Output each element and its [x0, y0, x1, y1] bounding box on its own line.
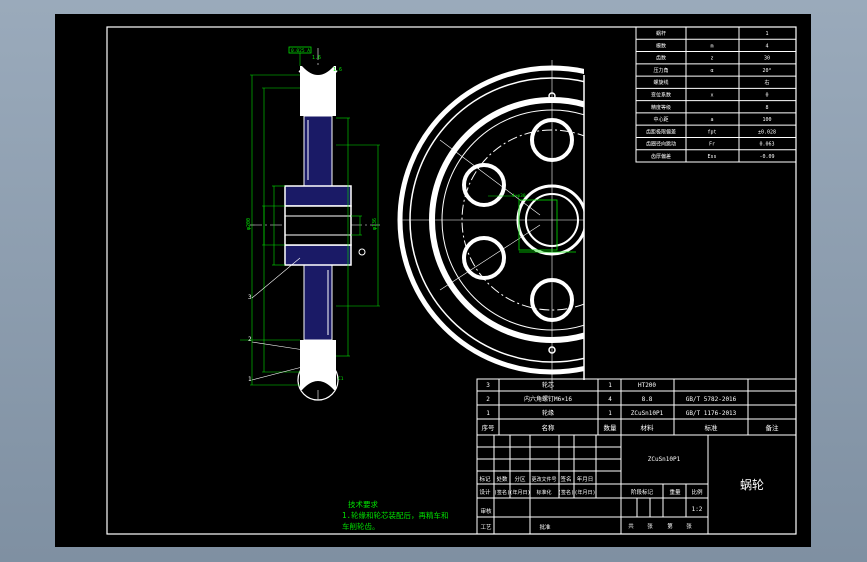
tb-r2-c4: 标准化	[536, 489, 551, 496]
dim-roughness-2: 1.6	[333, 67, 342, 73]
param-cell-1-0: 模数	[656, 42, 666, 49]
param-cell-3-0: 压力角	[653, 67, 668, 74]
title-block: ZCuSn10P1 蜗轮 标记 处数 分区 更改文件号 签名 年月日 设计 (签…	[476, 434, 797, 535]
tech-req-title: 技术要求	[348, 499, 378, 509]
bom-name-1: 轮缘	[542, 409, 554, 417]
bom-no-3: 3	[486, 382, 490, 389]
param-cell-10-1: Ess	[707, 154, 716, 160]
tb-r1-c5: 签名	[560, 475, 571, 483]
param-cell-8-0: 齿距极限偏差	[646, 128, 676, 135]
bom-header-name: 名称	[542, 423, 556, 432]
param-cell-2-2: 30	[764, 56, 770, 62]
dim-top-box: 0.025 A	[291, 48, 310, 54]
tb-scale-value: 1:2	[692, 506, 703, 513]
param-cell-3-2: 20°	[762, 68, 771, 74]
param-cell-0-0: 蜗杆	[656, 30, 666, 37]
tb-r2-c6: (年月日)	[574, 489, 595, 496]
param-cell-7-2: 100	[762, 117, 771, 123]
bom-table: 3 轮芯 1 HT200 2 内六角螺钉M6×16 4 8.8 GB/T 578…	[476, 378, 797, 436]
leader-1: 1	[248, 376, 252, 383]
bom-name-2: 内六角螺钉M6×16	[524, 395, 572, 403]
param-cell-5-0: 变位系数	[651, 92, 671, 99]
bom-no-1: 1	[486, 410, 490, 417]
param-cell-2-1: z	[710, 56, 713, 62]
tb-material: ZCuSn10P1	[648, 456, 681, 463]
tb-sheet-no: 第	[667, 522, 673, 530]
param-cell-9-1: Fr	[709, 142, 715, 148]
param-cell-7-1: a	[710, 117, 713, 123]
dim-diameter-mid: φ136	[372, 218, 378, 230]
tech-req-line1: 1.轮缘和轮芯装配后，再精车和	[342, 510, 449, 520]
param-cell-6-2: 8	[765, 105, 768, 111]
bom-mat-2: 8.8	[642, 396, 653, 403]
tb-sheet-unit1: 张	[647, 522, 653, 530]
bom-header-no: 序号	[482, 423, 496, 432]
param-cell-10-0: 齿厚偏差	[651, 153, 671, 160]
leader-3: 3	[248, 294, 252, 301]
param-cell-1-1: m	[710, 43, 713, 49]
tb-weight-label: 重量	[669, 488, 681, 496]
param-cell-5-1: x	[710, 93, 713, 99]
param-cell-4-2: 右	[764, 79, 769, 86]
param-cell-4-0: 螺旋线	[653, 79, 668, 86]
bom-header-material: 材料	[641, 423, 655, 432]
bom-qty-1: 1	[608, 410, 612, 417]
param-cell-6-0: 精度等级	[651, 104, 671, 111]
tb-approve: 批准	[539, 523, 551, 531]
tb-sheet-unit2: 张	[686, 522, 692, 530]
bom-std-1: GB/T 1176-2013	[686, 410, 737, 417]
dim-roughness: 1.6	[312, 55, 321, 61]
tb-sheet-total: 共	[628, 522, 634, 530]
bom-qty-3: 1	[608, 382, 612, 389]
tb-r2-c3: (年月日)	[509, 489, 530, 496]
param-cell-9-0: 齿圈径向跳动	[646, 141, 676, 148]
param-cell-3-1: α	[710, 68, 713, 74]
param-cell-5-2: 0	[765, 93, 768, 99]
tb-process: 工艺	[480, 524, 492, 531]
tb-r1-c6: 年月日	[577, 475, 594, 483]
bom-no-2: 2	[486, 396, 490, 403]
tb-r1-c4: 更改文件号	[531, 476, 556, 483]
param-cell-0-2: 1	[765, 31, 768, 37]
tech-req-line2: 车削轮齿。	[342, 521, 380, 531]
dim-chamfer: C1	[338, 376, 344, 382]
bom-qty-2: 4	[608, 396, 612, 403]
wormwheel-section-view: 0.025 A 1.6 1.6 φ200 φ136 C1 3 2 1	[240, 46, 380, 402]
param-cell-2-0: 齿数	[656, 55, 666, 62]
bom-mat-3: HT200	[638, 382, 656, 389]
dim-hole-pattern: 4×φ30	[512, 193, 526, 199]
technical-requirements: 技术要求 1.轮缘和轮芯装配后，再精车和 车削轮齿。	[342, 499, 449, 531]
tb-r1-c1: 标记	[479, 475, 491, 483]
tb-r2-c1: 设计	[479, 488, 491, 496]
param-cell-9-2: 0.063	[759, 142, 774, 148]
bom-std-2: GB/T 5782-2016	[686, 396, 737, 403]
tb-stage-label: 阶段标记	[631, 488, 654, 496]
param-cell-7-0: 中心距	[653, 116, 668, 123]
engineering-drawing: 蜗杆 1模数 m 4齿数 z 30压力角 α 20°螺旋线 右变位系数 x 0精度等级 8中心距 a 10…	[106, 26, 797, 535]
bom-header-note: 备注	[766, 423, 780, 432]
param-cell-1-2: 4	[765, 43, 768, 49]
tb-r2-c2: (签名)	[494, 489, 510, 496]
param-cell-10-2: -0.09	[759, 154, 774, 160]
tb-scale-label: 比例	[691, 488, 703, 496]
tb-part-name: 蜗轮	[740, 477, 764, 492]
bom-mat-1: ZCuSn10P1	[631, 410, 664, 417]
tb-r2-c5: (签名)	[558, 489, 574, 496]
param-cell-8-1: fpt	[707, 129, 716, 135]
param-cell-8-2: ±0.028	[758, 129, 776, 135]
tb-r1-c3: 分区	[514, 475, 526, 483]
bom-header-qty: 数量	[604, 423, 618, 432]
bom-header-std: 标准	[705, 423, 719, 432]
dim-diameter-left: φ200	[246, 218, 252, 230]
tb-review: 审核	[480, 507, 492, 515]
leader-2: 2	[248, 336, 252, 343]
tb-r1-c2: 处数	[496, 475, 508, 483]
param-table: 蜗杆 1 模数 m 4 齿数 z 30 压力角 α 20° 螺旋线 右变位系数 x 0 精度等级 8 中心距 a 10…	[635, 26, 797, 163]
